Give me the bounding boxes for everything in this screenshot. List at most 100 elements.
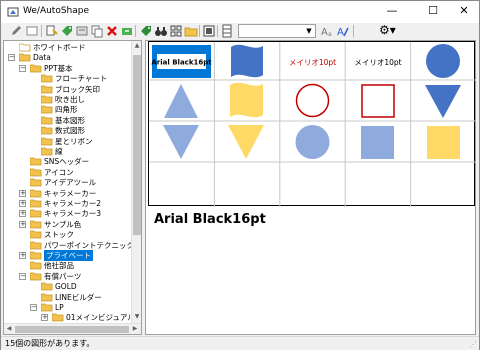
tree-item[interactable]: 他社部品 bbox=[4, 260, 131, 271]
capture-icon[interactable] bbox=[202, 24, 216, 38]
tag-green-icon[interactable] bbox=[139, 24, 153, 38]
tree-item[interactable]: アイコン bbox=[4, 167, 131, 178]
light-blue-inverted-triangle-shape[interactable] bbox=[163, 125, 199, 159]
tree-item[interactable]: GOLD bbox=[4, 281, 131, 292]
tree-item[interactable]: LINEビルダー bbox=[4, 292, 131, 303]
maximize-button[interactable]: ☐ bbox=[418, 1, 448, 23]
tree-item[interactable]: 吹き出し bbox=[4, 94, 131, 105]
font-size-icon[interactable]: Aa bbox=[320, 24, 334, 38]
tree-horizontal-scrollbar[interactable]: ◀ ▶ bbox=[4, 323, 141, 334]
folder-icon bbox=[30, 251, 42, 260]
meiryo-red-text-shape[interactable]: メイリオ10pt bbox=[289, 58, 336, 67]
tree-vertical-scrollbar[interactable]: ▲ ▼ bbox=[131, 41, 141, 323]
tree-item[interactable]: パワーポイントテクニック bbox=[4, 240, 134, 251]
tree-item[interactable]: 数式図形 bbox=[4, 125, 131, 136]
minimize-button[interactable]: — bbox=[377, 1, 407, 23]
blue-triangle-shape[interactable] bbox=[164, 84, 198, 118]
clear-icon[interactable] bbox=[25, 24, 39, 38]
tree-item-label: ストック bbox=[44, 230, 74, 240]
collapse-icon[interactable]: − bbox=[8, 54, 15, 62]
tree-item[interactable]: 基本図形 bbox=[4, 115, 131, 126]
tree-item[interactable]: +01メインビジュアル bbox=[4, 312, 135, 323]
scroll-down-arrow-icon[interactable]: ▼ bbox=[132, 313, 141, 320]
collapse-icon[interactable]: − bbox=[30, 304, 37, 311]
scroll-left-arrow-icon[interactable]: ◀ bbox=[4, 325, 14, 332]
expand-icon[interactable]: + bbox=[41, 314, 48, 322]
tree-item[interactable]: − Data bbox=[4, 52, 131, 63]
tree-item[interactable]: + キャラメーカー bbox=[4, 188, 131, 199]
tree-item[interactable]: + キャラメーカー3 bbox=[4, 208, 131, 219]
tree-item[interactable]: アイデアツール bbox=[4, 177, 131, 188]
navy-inverted-triangle-shape[interactable] bbox=[425, 85, 461, 118]
expand-icon[interactable]: + bbox=[19, 210, 26, 218]
copy-icon[interactable] bbox=[90, 24, 104, 38]
tree-item[interactable]: SNSヘッダー bbox=[4, 156, 131, 167]
yellow-square-shape[interactable] bbox=[427, 126, 460, 159]
tree-horizontal-scroll-thumb[interactable] bbox=[15, 326, 129, 333]
folder-tree[interactable]: 02権威付け(文字権+01メインビジュアル−LPLINEビルダーGOLD−有償パ… bbox=[3, 40, 142, 335]
tree-item[interactable]: + キャラメーカー2 bbox=[4, 198, 131, 209]
red-outline-circle-shape[interactable] bbox=[295, 83, 330, 118]
folder-icon bbox=[41, 282, 53, 291]
folder-icon bbox=[41, 147, 53, 156]
folder-icon bbox=[41, 85, 53, 93]
cell-arial-black-text-shape[interactable]: Arial Black16pt bbox=[151, 45, 212, 78]
folder-icon bbox=[41, 116, 53, 125]
window-title: We/AutoShape bbox=[23, 6, 90, 16]
tree-item[interactable]: 線 bbox=[4, 146, 131, 157]
font-select[interactable]: ▼ bbox=[238, 24, 316, 38]
close-button[interactable]: ✕ bbox=[449, 1, 479, 23]
meiryo-black-text-shape[interactable]: メイリオ10pt bbox=[354, 58, 401, 67]
expand-icon[interactable]: + bbox=[19, 220, 26, 228]
expand-icon[interactable]: + bbox=[19, 189, 26, 197]
film-icon[interactable] bbox=[220, 24, 234, 38]
tree-item[interactable]: − 有償パーツ bbox=[4, 271, 131, 282]
resize-grip-icon[interactable]: ⋰ bbox=[469, 340, 477, 349]
folder-icon[interactable] bbox=[184, 24, 198, 38]
tree-item[interactable]: − PPT基本 bbox=[4, 63, 131, 74]
scroll-up-arrow-icon[interactable]: ▲ bbox=[132, 42, 141, 49]
tree-item[interactable]: 四角形 bbox=[4, 104, 131, 115]
tree-item[interactable]: ストック bbox=[4, 229, 131, 240]
scroll-right-arrow-icon[interactable]: ▶ bbox=[130, 325, 140, 332]
tree-item[interactable]: フローチャート bbox=[4, 73, 131, 84]
light-blue-circle-shape[interactable] bbox=[295, 125, 330, 159]
red-outline-square-shape[interactable] bbox=[361, 84, 395, 118]
pencil-icon[interactable] bbox=[9, 24, 23, 38]
tree-item-label: キャラメーカー bbox=[44, 188, 97, 198]
move-icon[interactable] bbox=[120, 24, 134, 38]
tree-item-label: アイデアツール bbox=[44, 178, 97, 188]
shape-gallery-canvas: Arial Black16pt メイリオ10pt メイリオ10pt bbox=[149, 42, 476, 207]
tag-icon[interactable] bbox=[60, 24, 74, 38]
collapse-icon[interactable]: − bbox=[19, 272, 26, 280]
binoculars-icon[interactable] bbox=[154, 24, 168, 38]
tree-item[interactable]: + サンプル色 bbox=[4, 219, 131, 230]
expand-icon[interactable]: + bbox=[19, 252, 26, 259]
expand-icon[interactable]: + bbox=[19, 200, 26, 207]
font-color-icon[interactable]: A bbox=[336, 24, 350, 38]
tree-vertical-scroll-thumb[interactable] bbox=[133, 55, 141, 235]
tree-item-label: 四角形 bbox=[55, 105, 78, 115]
tree-item[interactable]: + プライベート bbox=[4, 250, 131, 261]
folder-icon bbox=[41, 137, 53, 145]
wave-shape[interactable] bbox=[231, 44, 263, 78]
light-blue-square-shape[interactable] bbox=[361, 126, 394, 159]
title-bar: We/AutoShape — ☐ ✕ bbox=[1, 1, 479, 23]
grid-view-icon[interactable] bbox=[169, 24, 183, 38]
tree-item[interactable]: − LP bbox=[4, 302, 131, 313]
tree-item[interactable]: ホワイトボード bbox=[4, 42, 131, 53]
blue-circle-shape[interactable] bbox=[426, 44, 460, 78]
tree-item-label: 数式図形 bbox=[55, 126, 85, 136]
delete-icon[interactable] bbox=[105, 24, 119, 38]
new-shape-icon[interactable] bbox=[45, 24, 59, 38]
list-icon[interactable] bbox=[75, 24, 89, 38]
tree-item[interactable]: 星とリボン bbox=[4, 136, 131, 147]
yellow-wave-shape[interactable] bbox=[230, 82, 263, 118]
yellow-inverted-triangle-shape[interactable] bbox=[228, 125, 264, 159]
tree-item[interactable]: ブロック矢印 bbox=[4, 84, 131, 95]
collapse-icon[interactable]: − bbox=[19, 64, 26, 72]
folder-icon bbox=[41, 126, 53, 135]
settings-gear-icon[interactable]: ⚙▾ bbox=[379, 23, 396, 38]
folder-icon bbox=[30, 168, 42, 177]
tree-item-label: サンプル色 bbox=[44, 219, 82, 229]
